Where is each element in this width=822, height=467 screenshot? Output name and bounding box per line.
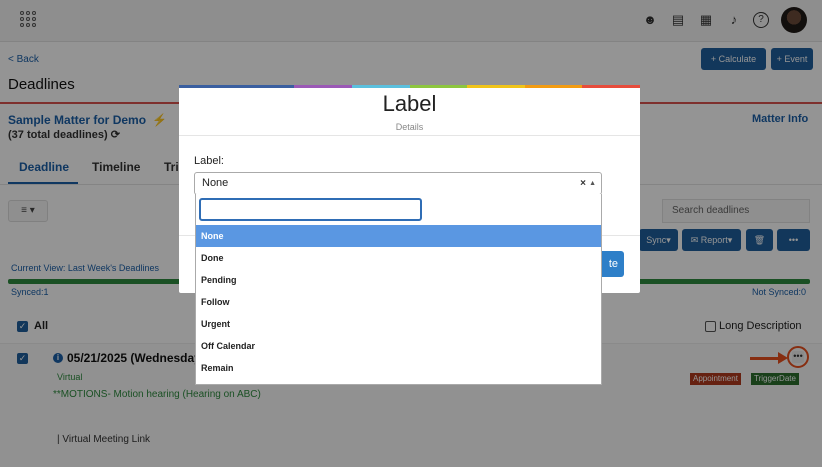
modal-title: Label	[382, 91, 437, 116]
option-off-calendar[interactable]: Off Calendar	[196, 335, 601, 357]
color-stripe	[524, 85, 583, 88]
modal-subtitle: Details	[395, 122, 424, 132]
color-stripe	[236, 85, 295, 88]
option-remain[interactable]: Remain	[196, 357, 601, 379]
label-select[interactable]: None × ▲	[194, 172, 602, 195]
clear-icon[interactable]: ×	[580, 173, 586, 194]
color-stripe	[351, 85, 410, 88]
option-none[interactable]: None	[196, 225, 601, 247]
option-follow[interactable]: Follow	[196, 291, 601, 313]
label-select-value: None	[202, 177, 229, 189]
label-field-label: Label:	[194, 155, 224, 167]
chevron-up-icon[interactable]: ▲	[589, 173, 596, 194]
color-stripe	[582, 85, 640, 88]
color-stripe	[467, 85, 525, 88]
color-stripe	[179, 85, 237, 88]
color-stripe	[294, 85, 352, 88]
label-dropdown: None Done Pending Follow Urgent Off Cale…	[195, 194, 602, 385]
option-pending[interactable]: Pending	[196, 269, 601, 291]
dropdown-search-input[interactable]	[199, 198, 422, 221]
option-done[interactable]: Done	[196, 247, 601, 269]
option-urgent[interactable]: Urgent	[196, 313, 601, 335]
modal-divider	[179, 135, 640, 136]
color-stripe	[409, 85, 468, 88]
modal-color-strip	[179, 85, 640, 88]
